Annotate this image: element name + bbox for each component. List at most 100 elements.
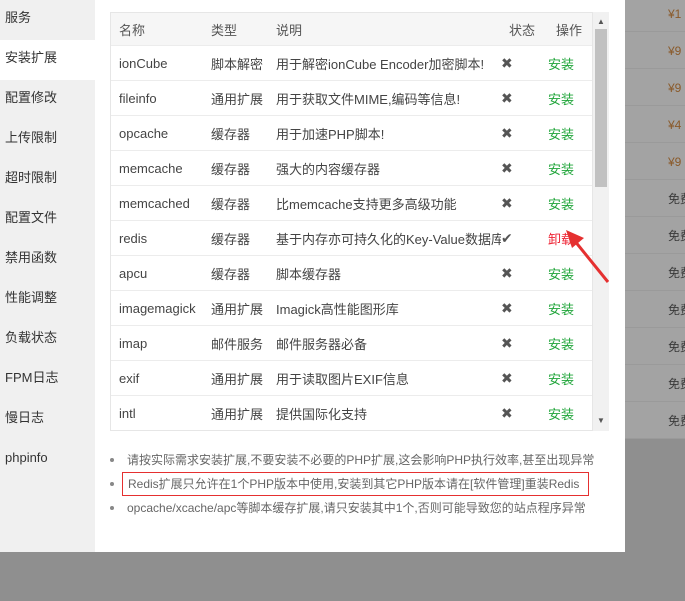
tip-item: 请按实际需求安装扩展,不要安装不必要的PHP扩展,这会影响PHP执行效率,甚至出… — [110, 448, 610, 472]
extension-type: 通用扩展 — [203, 395, 268, 430]
background-price-cell: 免费 — [625, 181, 685, 217]
background-price-cell: ¥9 — [625, 33, 685, 69]
action-cell: 安装 — [548, 290, 592, 326]
extension-name: apcu — [111, 255, 203, 291]
action-cell: 安装 — [548, 45, 592, 81]
table-row: intl 通用扩展 提供国际化支持 ✖ 安装 — [111, 395, 592, 430]
background-price-cell: 免费 — [625, 366, 685, 402]
not-installed-x-icon: ✖ — [501, 80, 548, 116]
scrollbar-thumb[interactable] — [595, 29, 607, 187]
action-cell: 安装 — [548, 150, 592, 186]
sidebar-item[interactable]: 服务 — [0, 0, 95, 40]
tip-item-highlighted: Redis扩展只允许在1个PHP版本中使用,安装到其它PHP版本请在[软件管理]… — [110, 472, 610, 496]
sidebar-item[interactable]: phpinfo — [0, 440, 95, 480]
sidebar-item[interactable]: 禁用函数 — [0, 240, 95, 280]
extension-type: 缓存器 — [203, 150, 268, 186]
settings-sidebar: 服务 安装扩展 配置修改 上传限制 超时限制 配置文件 禁用函数 性能调整 负载状态 FPM日志慢… — [0, 0, 95, 552]
install-link[interactable]: 安装 — [548, 162, 574, 177]
install-link[interactable]: 安装 — [548, 57, 574, 72]
not-installed-x-icon: ✖ — [501, 150, 548, 186]
extensions-table: 名称 类型 说明 状态 操作 ionCube 脚本解密 用于解密ionCube En… — [111, 13, 592, 430]
extension-name: opcache — [111, 115, 203, 151]
background-price-cell: ¥9 — [625, 70, 685, 106]
background-footer — [0, 552, 685, 601]
background-price-cell: 免费 — [625, 218, 685, 254]
not-installed-x-icon: ✖ — [501, 360, 548, 396]
extension-description: 用于获取文件MIME,编码等信息! — [268, 80, 501, 116]
extension-type: 通用扩展 — [203, 80, 268, 116]
table-row: exif 通用扩展 用于读取图片EXIF信息 ✖ 安装 — [111, 360, 592, 396]
sidebar-item[interactable]: 负载状态 — [0, 320, 95, 360]
not-installed-x-icon: ✖ — [501, 115, 548, 151]
sidebar-item[interactable]: 配置文件 — [0, 200, 95, 240]
table-row: imap 邮件服务 邮件服务器必备 ✖ 安装 — [111, 325, 592, 361]
table-header-row: 名称 类型 说明 状态 操作 — [111, 13, 592, 46]
sidebar-item[interactable]: 安装扩展 — [0, 40, 95, 80]
sidebar-item[interactable]: FPM日志 — [0, 360, 95, 400]
sidebar-item[interactable]: 上传限制 — [0, 120, 95, 160]
extension-description: 比memcache支持更多高级功能 — [268, 185, 501, 221]
installed-check-icon: ✔ — [501, 220, 548, 256]
table-row: ionCube 脚本解密 用于解密ionCube Encoder加密脚本! ✖ 安装 — [111, 45, 592, 81]
table-scrollbar[interactable]: ▲ ▼ — [593, 12, 609, 431]
extension-name: intl — [111, 395, 203, 430]
sidebar-item[interactable]: 超时限制 — [0, 160, 95, 200]
extension-name: imap — [111, 325, 203, 361]
extension-type: 通用扩展 — [203, 360, 268, 396]
extension-name: fileinfo — [111, 80, 203, 116]
tip-item: opcache/xcache/apc等脚本缓存扩展,请只安装其中1个,否则可能导… — [110, 496, 610, 520]
extension-name: memcache — [111, 150, 203, 186]
extensions-table-container[interactable]: 名称 类型 说明 状态 操作 ionCube 脚本解密 用于解密ionCube En… — [110, 12, 593, 431]
table-row: redis 缓存器 基于内存亦可持久化的Key-Value数据库 ✔ 卸载 — [111, 220, 592, 256]
install-link[interactable]: 安装 — [548, 372, 574, 387]
background-price-cell: ¥1 — [625, 0, 685, 32]
not-installed-x-icon: ✖ — [501, 325, 548, 361]
extension-type: 缓存器 — [203, 185, 268, 221]
extension-name: exif — [111, 360, 203, 396]
table-row: opcache 缓存器 用于加速PHP脚本! ✖ 安装 — [111, 115, 592, 151]
background-price-cell: 免费 — [625, 255, 685, 291]
install-link[interactable]: 安装 — [548, 92, 574, 107]
not-installed-x-icon: ✖ — [501, 290, 548, 326]
extension-description: 用于解密ionCube Encoder加密脚本! — [268, 45, 501, 81]
extension-description: 提供国际化支持 — [268, 395, 501, 430]
extension-description: 邮件服务器必备 — [268, 325, 501, 361]
install-link[interactable]: 安装 — [548, 337, 574, 352]
action-cell: 安装 — [548, 395, 592, 430]
not-installed-x-icon: ✖ — [501, 395, 548, 430]
extension-type: 脚本解密 — [203, 45, 268, 81]
install-link[interactable]: 安装 — [548, 127, 574, 142]
extension-name: ionCube — [111, 45, 203, 81]
extension-type: 缓存器 — [203, 255, 268, 291]
extension-name: imagemagick — [111, 290, 203, 326]
extension-description: Imagick高性能图形库 — [268, 290, 501, 326]
extension-name: memcached — [111, 185, 203, 221]
install-link[interactable]: 安装 — [548, 407, 574, 422]
action-cell: 安装 — [548, 185, 592, 221]
table-row: memcache 缓存器 强大的内容缓存器 ✖ 安装 — [111, 150, 592, 186]
extension-description: 脚本缓存器 — [268, 255, 501, 291]
action-cell: 安装 — [548, 325, 592, 361]
background-price-cell: ¥4 — [625, 107, 685, 143]
install-link[interactable]: 安装 — [548, 197, 574, 212]
column-header-name: 名称 — [111, 13, 203, 46]
action-cell: 安装 — [548, 360, 592, 396]
scroll-up-arrow-icon[interactable]: ▲ — [593, 15, 609, 29]
not-installed-x-icon: ✖ — [501, 45, 548, 81]
bullet-icon — [110, 458, 114, 462]
extension-type: 缓存器 — [203, 220, 268, 256]
column-header-status: 状态 — [501, 13, 548, 46]
extension-description: 强大的内容缓存器 — [268, 150, 501, 186]
table-row: apcu 缓存器 脚本缓存器 ✖ 安装 — [111, 255, 592, 291]
scroll-down-arrow-icon[interactable]: ▼ — [593, 414, 609, 428]
action-cell: 安装 — [548, 115, 592, 151]
bullet-icon — [110, 482, 114, 486]
sidebar-item[interactable]: 慢日志 — [0, 400, 95, 440]
sidebar-item[interactable]: 性能调整 — [0, 280, 95, 320]
column-header-action: 操作 — [548, 13, 592, 46]
install-link[interactable]: 安装 — [548, 302, 574, 317]
sidebar-item[interactable]: 配置修改 — [0, 80, 95, 120]
extension-type: 邮件服务 — [203, 325, 268, 361]
action-cell: 安装 — [548, 80, 592, 116]
table-row: imagemagick 通用扩展 Imagick高性能图形库 ✖ 安装 — [111, 290, 592, 326]
